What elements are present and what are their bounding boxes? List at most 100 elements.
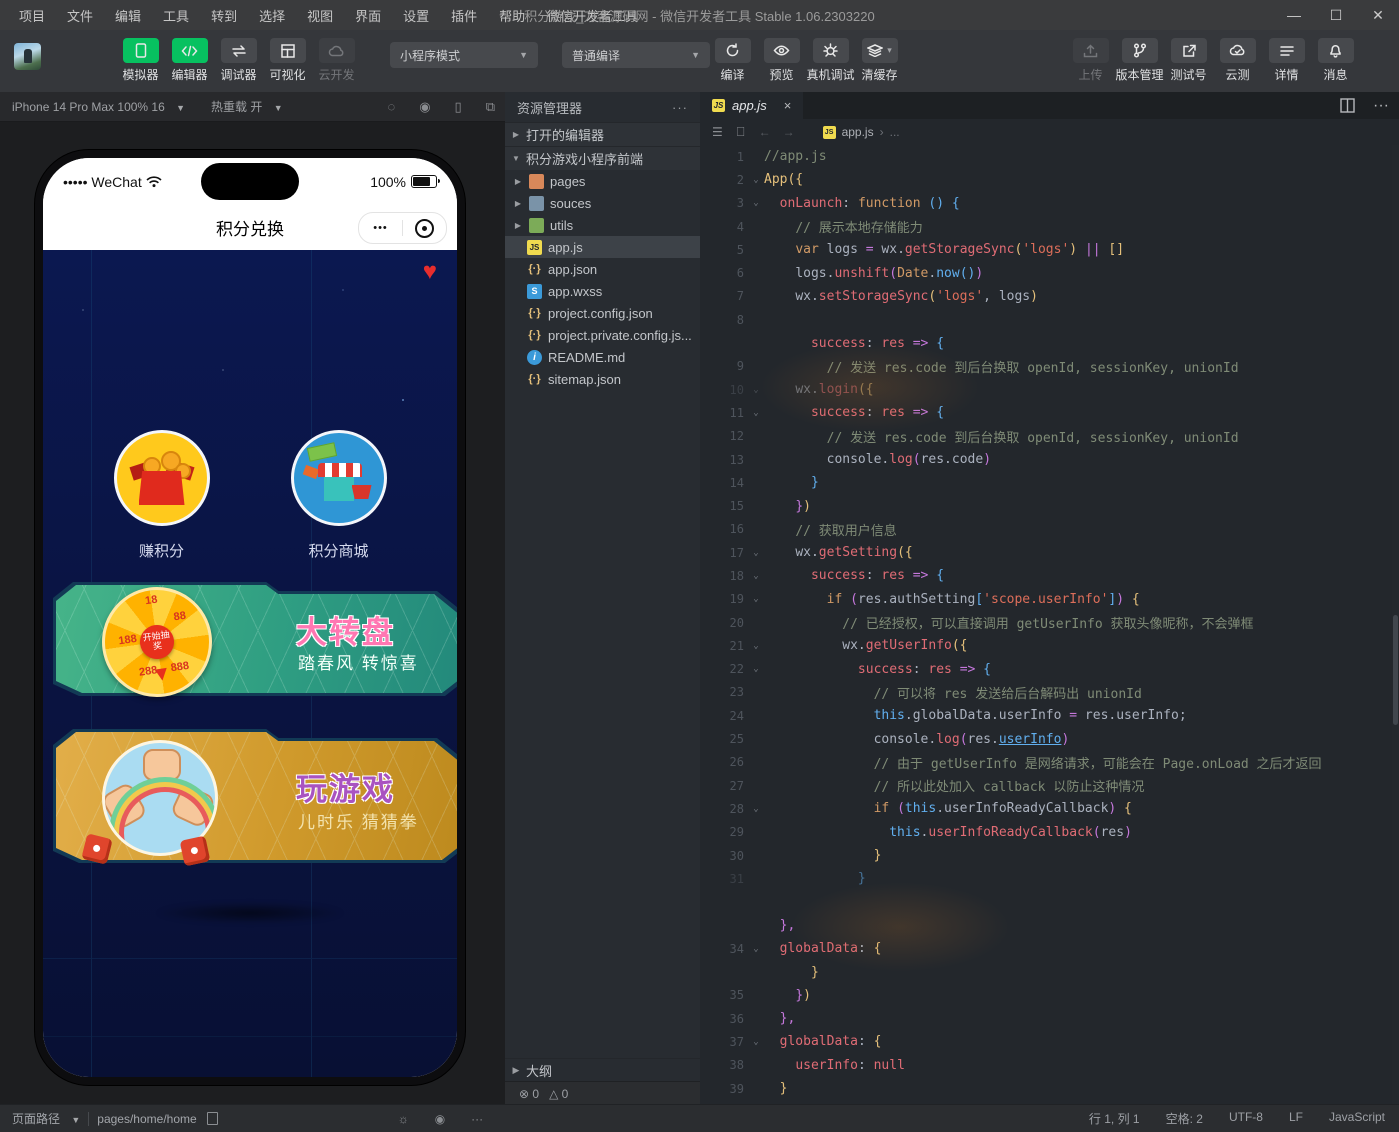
hot-reload-toggle[interactable]: 热重载 开 ▼: [211, 98, 283, 115]
menu-设置[interactable]: 设置: [394, 3, 438, 28]
fold-chevron-icon[interactable]: ⌄: [748, 664, 764, 674]
code-line[interactable]: 34⌄ globalData: {: [700, 937, 1392, 960]
user-avatar[interactable]: [14, 43, 41, 70]
mode-select[interactable]: 小程序模式▼: [390, 42, 538, 68]
editor-button[interactable]: 编辑器: [165, 38, 214, 83]
outline-section[interactable]: ▶ 大纲: [505, 1058, 700, 1081]
explorer-section-1[interactable]: ▼积分游戏小程序前端: [505, 146, 700, 170]
language-mode[interactable]: JavaScript: [1329, 1110, 1385, 1127]
code-line[interactable]: 14 }: [700, 471, 1392, 494]
code-line[interactable]: 16 // 获取用户信息: [700, 518, 1392, 541]
code-line[interactable]: 4 // 展示本地存储能力: [700, 215, 1392, 238]
code-line[interactable]: 22⌄ success: res => {: [700, 658, 1392, 681]
device-select[interactable]: iPhone 14 Pro Max 100% 16 ▼: [0, 100, 185, 114]
fold-chevron-icon[interactable]: ⌄: [748, 594, 764, 604]
preview-button[interactable]: 预览: [757, 38, 806, 83]
menu-微信开发者工具[interactable]: 微信开发者工具: [538, 3, 647, 28]
cursor-position[interactable]: 行 1, 列 1: [1089, 1110, 1140, 1127]
encoding-setting[interactable]: UTF-8: [1229, 1110, 1263, 1127]
page-path-select[interactable]: 页面路径 ▼: [12, 1110, 80, 1127]
back-icon[interactable]: ←: [759, 125, 771, 139]
code-line[interactable]: 6 logs.unshift(Date.now()): [700, 261, 1392, 284]
code-line[interactable]: 35 }): [700, 984, 1392, 1007]
tab-app-js[interactable]: JS app.js ×: [700, 92, 803, 119]
code-line[interactable]: 7 wx.setStorageSync('logs', logs): [700, 285, 1392, 308]
file-utils[interactable]: ▶utils: [505, 214, 700, 236]
file-README.md[interactable]: iREADME.md: [505, 346, 700, 368]
copy-path-icon[interactable]: [207, 1112, 218, 1125]
editor-more-icon[interactable]: ···: [1373, 97, 1389, 115]
file-app.js[interactable]: JSapp.js: [505, 236, 700, 258]
code-line[interactable]: 25 console.log(res.userInfo): [700, 727, 1392, 750]
code-line[interactable]: 18⌄ success: res => {: [700, 564, 1392, 587]
close-tab-icon[interactable]: ×: [784, 98, 792, 113]
fold-chevron-icon[interactable]: ⌄: [748, 1037, 764, 1047]
file-pages[interactable]: ▶pages: [505, 170, 700, 192]
statusbar-more-icon[interactable]: ···: [471, 1112, 483, 1126]
visualize-button[interactable]: 可视化: [263, 38, 312, 83]
cloud-dev-button[interactable]: 云开发: [312, 38, 361, 83]
code-line[interactable]: 5 var logs = wx.getStorageSync('logs') |…: [700, 238, 1392, 261]
upload-button[interactable]: 上传: [1066, 38, 1115, 83]
version-control-button[interactable]: 版本管理: [1115, 38, 1164, 83]
indent-setting[interactable]: 空格: 2: [1166, 1110, 1203, 1127]
code-line[interactable]: 1//app.js: [700, 145, 1392, 168]
menu-选择[interactable]: 选择: [250, 3, 294, 28]
outline-list-icon[interactable]: ☰: [712, 125, 723, 139]
fold-chevron-icon[interactable]: ⌄: [748, 944, 764, 954]
code-line[interactable]: 36 },: [700, 1007, 1392, 1030]
menu-视图[interactable]: 视图: [298, 3, 342, 28]
minimize-button[interactable]: —: [1273, 0, 1315, 30]
entry-points-mall[interactable]: 积分商城: [291, 430, 387, 561]
record-icon[interactable]: ◉: [419, 99, 430, 115]
fold-chevron-icon[interactable]: ⌄: [748, 198, 764, 208]
code-line[interactable]: 29 this.userInfoReadyCallback(res): [700, 821, 1392, 844]
bookmark-icon[interactable]: ⎕: [737, 124, 745, 140]
current-page-path[interactable]: pages/home/home: [97, 1112, 196, 1126]
file-project.private.config.js...[interactable]: {·}project.private.config.js...: [505, 324, 700, 346]
menu-文件[interactable]: 文件: [58, 3, 102, 28]
entry-earn-points[interactable]: 赚积分: [114, 430, 210, 561]
code-line[interactable]: 21⌄ wx.getUserInfo({: [700, 634, 1392, 657]
code-line[interactable]: 8: [700, 308, 1392, 331]
file-souces[interactable]: ▶souces: [505, 192, 700, 214]
simulator-button[interactable]: 模拟器: [116, 38, 165, 83]
details-button[interactable]: 详情: [1262, 38, 1311, 83]
visibility-icon[interactable]: ◉: [435, 1112, 445, 1126]
code-line[interactable]: 31 }: [700, 867, 1392, 890]
forward-icon[interactable]: →: [783, 125, 795, 139]
banner-lucky-wheel[interactable]: 开始抽奖 1888188288888 大转盘 踏春风 转惊喜: [56, 585, 457, 693]
fold-chevron-icon[interactable]: ⌄: [748, 548, 764, 558]
code-line[interactable]: },: [700, 914, 1392, 937]
code-line[interactable]: 10⌄ wx.login({: [700, 378, 1392, 401]
file-app.wxss[interactable]: Sapp.wxss: [505, 280, 700, 302]
code-line[interactable]: 28⌄ if (this.userInfoReadyCallback) {: [700, 797, 1392, 820]
menu-转到[interactable]: 转到: [202, 3, 246, 28]
fold-chevron-icon[interactable]: ⌄: [748, 175, 764, 185]
code-line[interactable]: }: [700, 960, 1392, 983]
device-frame-icon[interactable]: ▯: [455, 99, 462, 115]
test-account-button[interactable]: 测试号: [1164, 38, 1213, 83]
fold-chevron-icon[interactable]: ⌄: [748, 408, 764, 418]
close-miniprogram-button[interactable]: [403, 219, 446, 238]
split-editor-icon[interactable]: [1340, 98, 1355, 113]
code-area[interactable]: 1//app.js2⌄App({3⌄ onLaunch: function ()…: [700, 145, 1392, 1105]
code-line[interactable]: 19⌄ if (res.authSetting['scope.userInfo'…: [700, 588, 1392, 611]
messages-button[interactable]: 消息: [1311, 38, 1360, 83]
explorer-more-button[interactable]: ···: [672, 100, 688, 115]
menu-编辑[interactable]: 编辑: [106, 3, 150, 28]
fold-chevron-icon[interactable]: ⌄: [748, 641, 764, 651]
editor-scrollbar[interactable]: [1392, 145, 1399, 1105]
maximize-button[interactable]: ☐: [1315, 0, 1357, 30]
multi-window-icon[interactable]: ⧉: [486, 99, 495, 115]
cloud-test-button[interactable]: 云测: [1213, 38, 1262, 83]
file-app.json[interactable]: {·}app.json: [505, 258, 700, 280]
close-button[interactable]: ✕: [1357, 0, 1399, 30]
menu-插件[interactable]: 插件: [442, 3, 486, 28]
banner-play-game[interactable]: 玩游戏 儿时乐 猜猜拳: [56, 732, 457, 860]
code-line[interactable]: 15 }): [700, 494, 1392, 517]
code-line[interactable]: 24 this.globalData.userInfo = res.userIn…: [700, 704, 1392, 727]
code-line[interactable]: 12 // 发送 res.code 到后台换取 openId, sessionK…: [700, 425, 1392, 448]
more-menu-button[interactable]: •••: [359, 222, 402, 234]
file-project.config.json[interactable]: {·}project.config.json: [505, 302, 700, 324]
